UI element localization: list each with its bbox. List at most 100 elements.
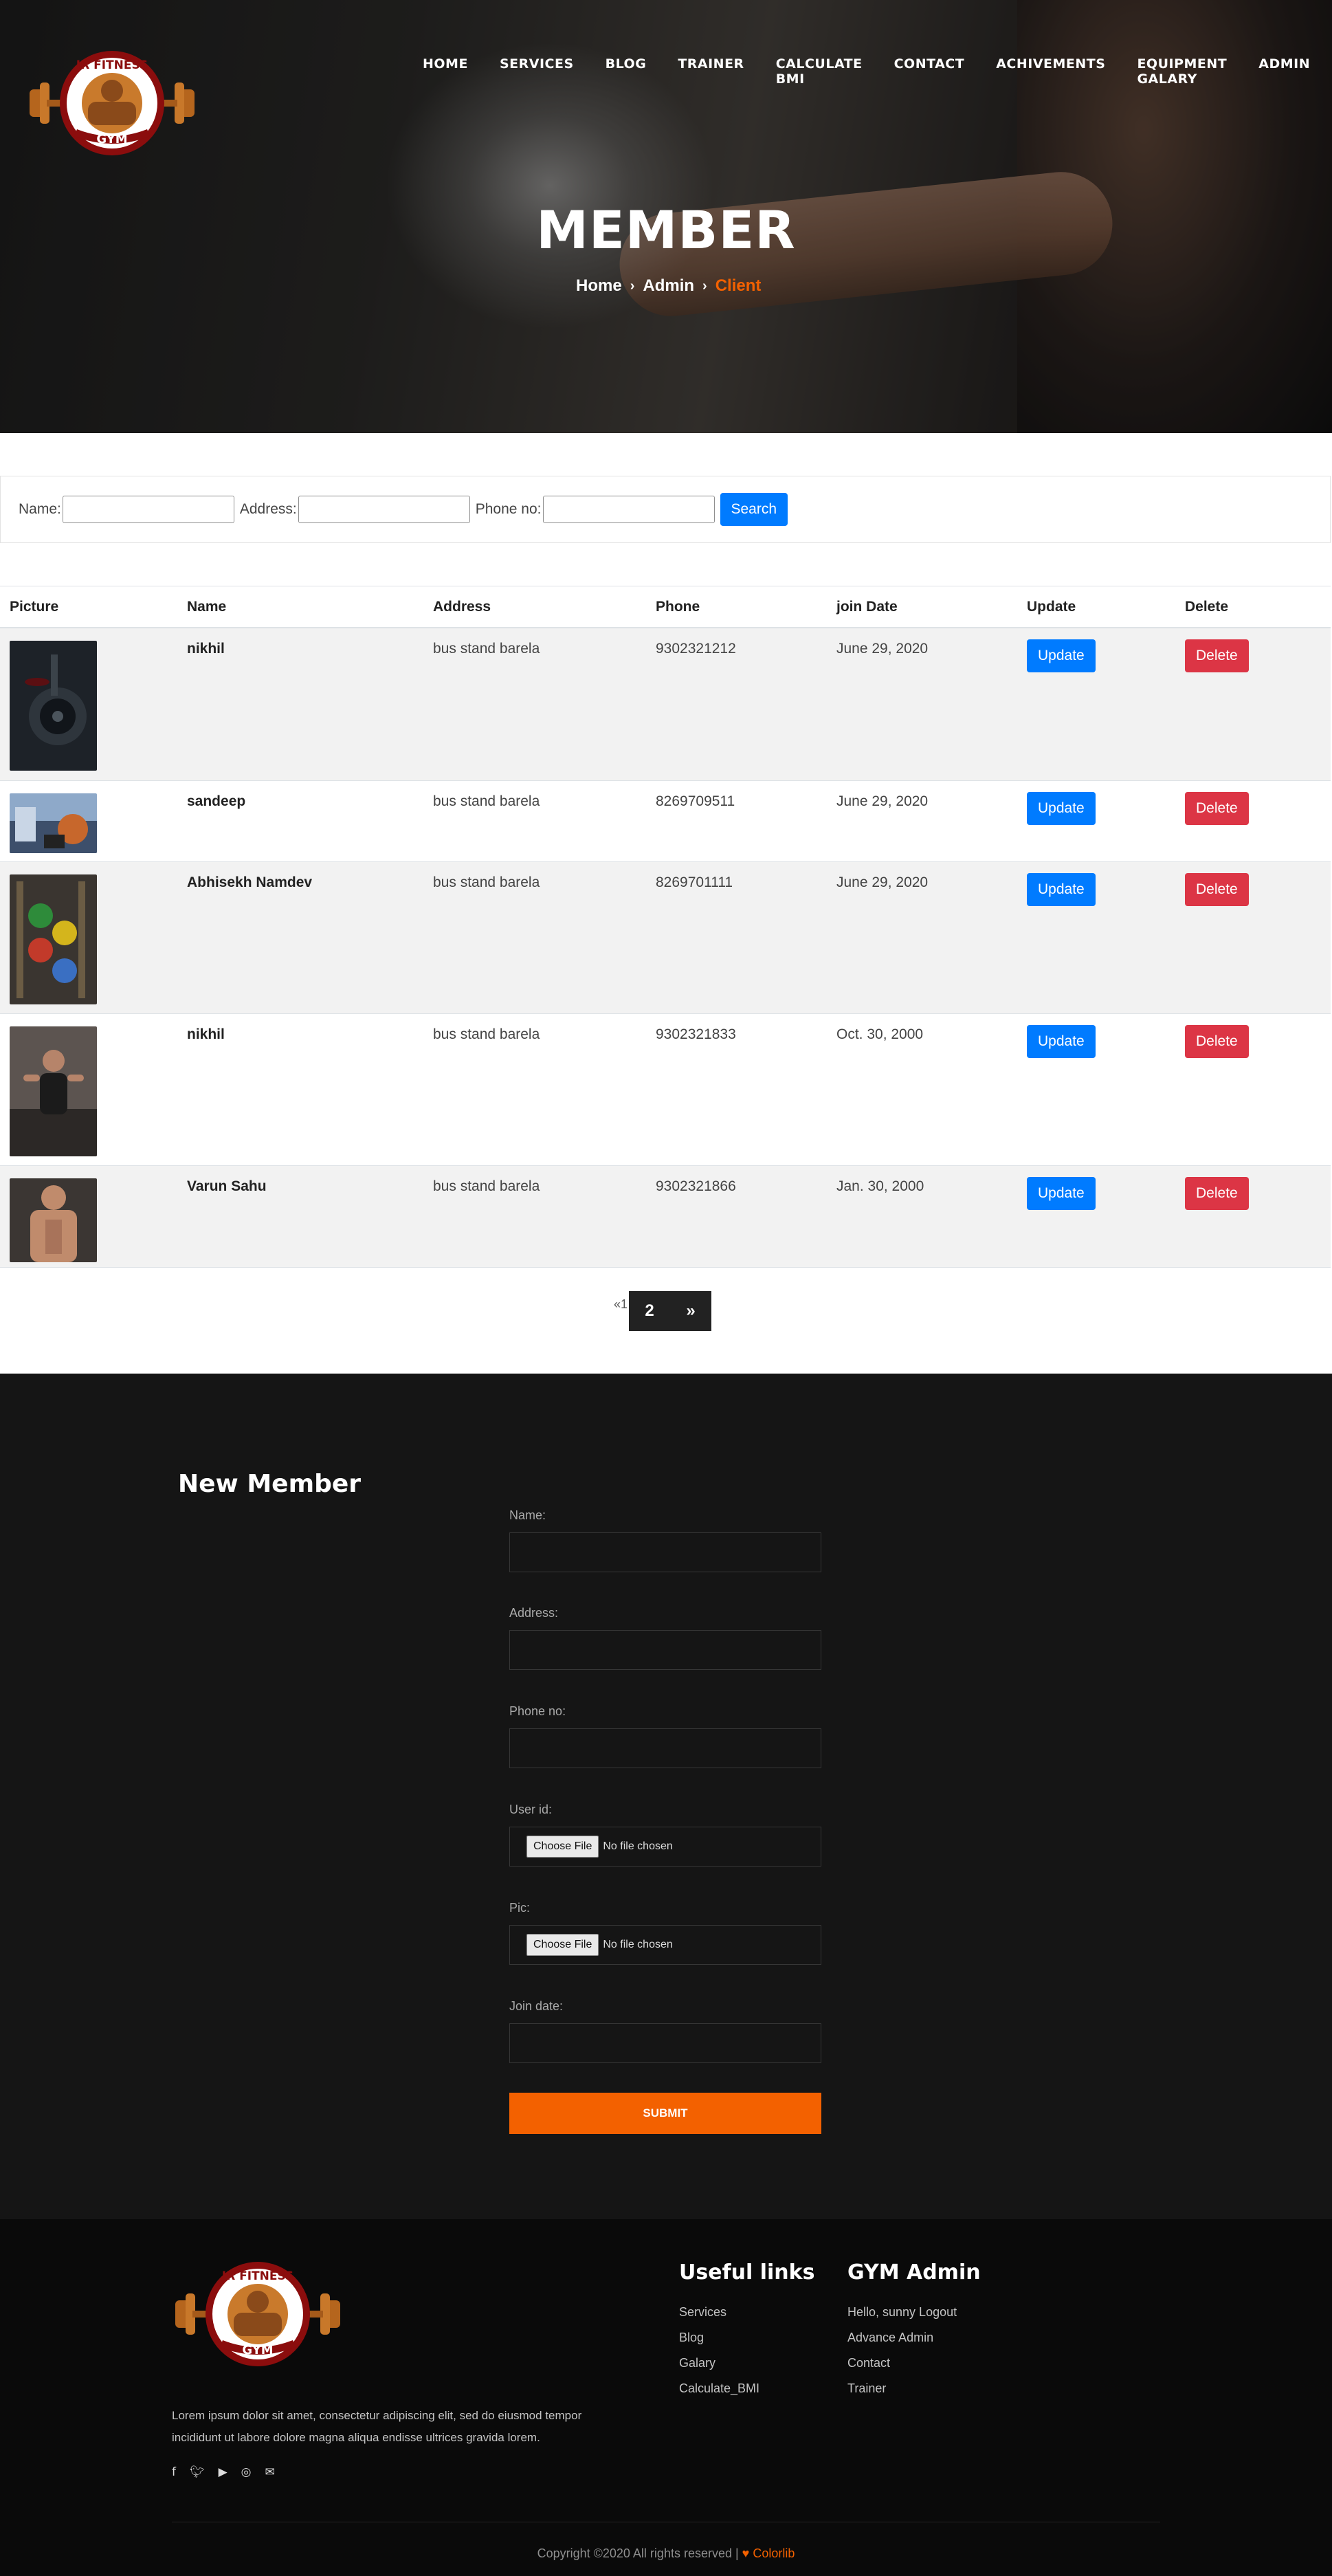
choose-file-button[interactable]: Choose File [526,1934,599,1956]
search-button[interactable]: Search [720,493,788,526]
footer-link-advance-admin[interactable]: Advance Admin [847,2331,981,2345]
nav-contact[interactable]: CONTACT [894,56,965,87]
nav-home[interactable]: HOME [423,56,468,87]
update-button[interactable]: Update [1027,1177,1096,1210]
pagination-current-page[interactable]: 2 [629,1291,671,1331]
footer-link-contact[interactable]: Contact [847,2356,981,2370]
table-row: Abhisekh Namdev bus stand barela 8269701… [0,862,1331,1014]
facebook-icon[interactable]: f [172,2465,176,2479]
delete-button[interactable]: Delete [1185,1025,1249,1058]
chevron-right-icon: › [630,278,635,294]
header-phone: Phone [656,598,700,615]
submit-button[interactable]: SUBMIT [509,2093,821,2134]
breadcrumb-admin[interactable]: Admin [643,276,694,296]
gym-admin-title: GYM Admin [847,2260,981,2285]
hero-banner: JR FITNESS GYM HOME SERVICES BLOG TRAINE… [0,0,1332,433]
member-join-date: Oct. 30, 2000 [836,1026,924,1042]
update-button[interactable]: Update [1027,873,1096,906]
logo[interactable]: JR FITNESS GYM [26,48,198,158]
form-title: New Member [178,1470,362,1498]
member-photo [10,1178,97,1262]
member-phone: 9302321866 [656,1178,736,1194]
header-address: Address [433,598,491,615]
main-nav: HOME SERVICES BLOG TRAINER CALCULATE BMI… [423,56,1332,87]
delete-button[interactable]: Delete [1185,639,1249,672]
pagination-next[interactable]: » [670,1291,712,1331]
name-input[interactable] [509,1532,821,1572]
header-name: Name [187,598,227,615]
search-name-input[interactable] [62,496,234,523]
delete-button[interactable]: Delete [1185,873,1249,906]
field-label: Join date: [509,1999,564,2013]
youtube-icon[interactable]: ▶ [219,2465,227,2479]
new-member-section: New Member Name: Address: Phone no: User… [0,1374,1332,2219]
member-address: bus stand barela [433,793,540,809]
footer-link-blog[interactable]: Blog [679,2331,814,2345]
footer-logo[interactable]: JR FITNESS GYM [172,2259,344,2369]
useful-links-title: Useful links [679,2260,815,2285]
field-label: Pic: [509,1901,531,1915]
delete-button[interactable]: Delete [1185,1177,1249,1210]
member-name: sandeep [187,793,246,809]
update-button[interactable]: Update [1027,639,1096,672]
choose-file-button[interactable]: Choose File [526,1836,599,1858]
breadcrumb: Home › Admin › Client [576,276,761,296]
userid-file-input: Choose File No file chosen [509,1827,821,1867]
header-delete: Delete [1185,598,1229,615]
phone-input[interactable] [509,1728,821,1768]
member-photo [10,874,97,1004]
search-phone-input[interactable] [542,496,715,523]
twitter-icon[interactable]: 🐦︎ [190,2465,205,2479]
nav-blog[interactable]: BLOG [606,56,647,87]
table-header: Picture Name Address Phone join Date Upd… [0,586,1331,628]
field-label: Address: [509,1606,559,1620]
form-field-join-date: Join date: [509,1999,821,2063]
nav-calculate-bmi[interactable]: CALCULATE BMI [776,56,863,87]
join-date-input[interactable] [509,2023,821,2063]
form-field-phone: Phone no: [509,1704,821,1768]
search-address-input[interactable] [298,496,470,523]
instagram-icon[interactable]: ◎ [241,2465,252,2479]
footer-logo-text-line2: GYM [242,2343,273,2357]
update-button[interactable]: Update [1027,1025,1096,1058]
footer-link-galary[interactable]: Galary [679,2356,814,2370]
nav-admin[interactable]: ADMIN [1258,56,1310,87]
member-phone: 9302321212 [656,641,736,657]
footer-link-logout[interactable]: Hello, sunny Logout [847,2305,981,2320]
header-join-date: join Date [836,598,898,615]
header-picture: Picture [10,598,59,615]
footer: JR FITNESS GYM Lorem ipsum dolor sit ame… [0,2219,1332,2576]
footer-link-services[interactable]: Services [679,2305,814,2320]
form-field-address: Address: [509,1606,821,1670]
nav-equipment-galary[interactable]: EQUIPMENT GALARY [1137,56,1227,87]
member-address: bus stand barela [433,1178,540,1194]
member-name: nikhil [187,641,225,657]
colorlib-link[interactable]: Colorlib [753,2546,795,2560]
update-button[interactable]: Update [1027,792,1096,825]
member-join-date: Jan. 30, 2000 [836,1178,924,1194]
mail-icon[interactable]: ✉ [265,2465,275,2479]
member-photo [10,641,97,771]
member-phone: 9302321833 [656,1026,736,1042]
address-input[interactable] [509,1630,821,1670]
delete-button[interactable]: Delete [1185,792,1249,825]
copyright: Copyright ©2020 All rights reserved | ♥ … [0,2546,1332,2561]
member-photo [10,793,97,853]
name-label: Name: [19,501,61,517]
footer-link-trainer[interactable]: Trainer [847,2381,981,2396]
header-update: Update [1027,598,1076,615]
pagination-prev[interactable]: «1 [614,1297,628,1312]
gym-admin-links: GYM Admin Hello, sunny Logout Advance Ad… [847,2260,981,2407]
member-name: Varun Sahu [187,1178,267,1194]
nav-trainer[interactable]: TRAINER [678,56,744,87]
address-label: Address: [239,501,297,517]
pic-file-input: Choose File No file chosen [509,1925,821,1965]
heart-icon: ♥ [742,2546,750,2560]
footer-link-calculate-bmi[interactable]: Calculate_BMI [679,2381,814,2396]
members-table: Picture Name Address Phone join Date Upd… [0,586,1331,1268]
table-row: nikhil bus stand barela 9302321212 June … [0,628,1331,781]
nav-achivements[interactable]: ACHIVEMENTS [996,56,1105,87]
nav-services[interactable]: SERVICES [500,56,574,87]
table-row: Varun Sahu bus stand barela 9302321866 J… [0,1166,1331,1268]
breadcrumb-home[interactable]: Home [576,276,622,296]
